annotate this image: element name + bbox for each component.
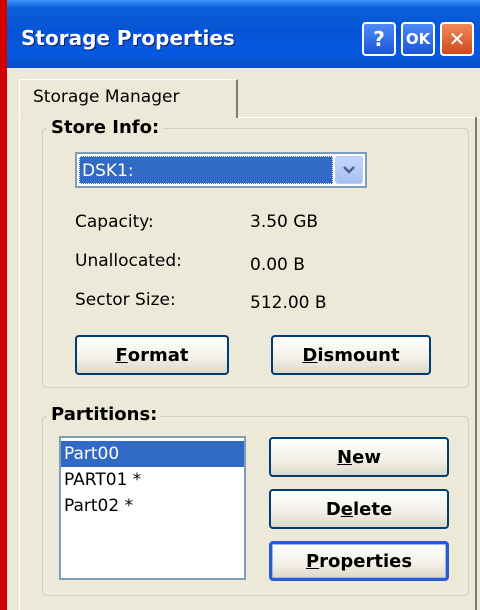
sector-size-value: 512.00 B xyxy=(250,293,327,313)
capacity-value: 3.50 GB xyxy=(250,212,319,232)
new-button-mnemonic: N xyxy=(337,446,353,468)
store-select-value: DSK1: xyxy=(79,156,333,184)
ok-button[interactable]: OK xyxy=(401,22,435,56)
window-title: Storage Properties xyxy=(21,26,235,50)
help-button[interactable]: ? xyxy=(362,22,396,56)
chevron-down-icon[interactable] xyxy=(335,156,363,184)
tab-storage-manager[interactable]: Storage Manager xyxy=(19,79,238,118)
ok-button-label: OK xyxy=(405,30,431,48)
delete-button-label-end: lete xyxy=(352,498,393,520)
unallocated-label: Unallocated: xyxy=(75,251,182,271)
close-icon: ✕ xyxy=(448,27,466,51)
dismount-button-label: ismount xyxy=(317,344,400,366)
new-partition-button[interactable]: New xyxy=(269,437,449,477)
properties-button-mnemonic: P xyxy=(305,550,320,572)
partitions-title: Partitions: xyxy=(47,404,162,425)
new-button-label: ew xyxy=(352,446,381,468)
close-button[interactable]: ✕ xyxy=(440,22,474,56)
dismount-button-mnemonic: D xyxy=(302,344,318,366)
partition-properties-button[interactable]: Properties xyxy=(269,541,449,581)
format-button[interactable]: Format xyxy=(75,335,229,375)
delete-button-mnemonic: e xyxy=(340,498,353,520)
storage-properties-window: Storage Properties ? OK ✕ Storage Manage… xyxy=(0,0,480,610)
unallocated-value: 0.00 B xyxy=(250,255,305,275)
tab-storage-manager-label: Storage Manager xyxy=(33,87,180,107)
dismount-button[interactable]: Dismount xyxy=(271,335,431,375)
list-item[interactable]: PART01 * xyxy=(61,467,244,493)
format-button-mnemonic: F xyxy=(115,344,128,366)
properties-button-label: roperties xyxy=(319,550,413,572)
list-item[interactable]: Part02 * xyxy=(61,493,244,519)
help-icon: ? xyxy=(373,27,385,51)
store-info-title: Store Info: xyxy=(47,117,164,138)
format-button-label: ormat xyxy=(127,344,189,366)
chevron-down-icon-glyph xyxy=(343,166,355,174)
sector-size-label: Sector Size: xyxy=(75,290,176,310)
title-bar[interactable]: Storage Properties ? OK ✕ xyxy=(7,0,480,68)
list-item[interactable]: Part00 xyxy=(61,441,244,467)
delete-button-label-start: D xyxy=(325,498,341,520)
capacity-label: Capacity: xyxy=(75,212,154,232)
delete-partition-button[interactable]: De lete xyxy=(269,489,449,529)
partitions-list[interactable]: Part00 PART01 * Part02 * xyxy=(59,436,246,580)
store-select[interactable]: DSK1: xyxy=(75,152,367,188)
